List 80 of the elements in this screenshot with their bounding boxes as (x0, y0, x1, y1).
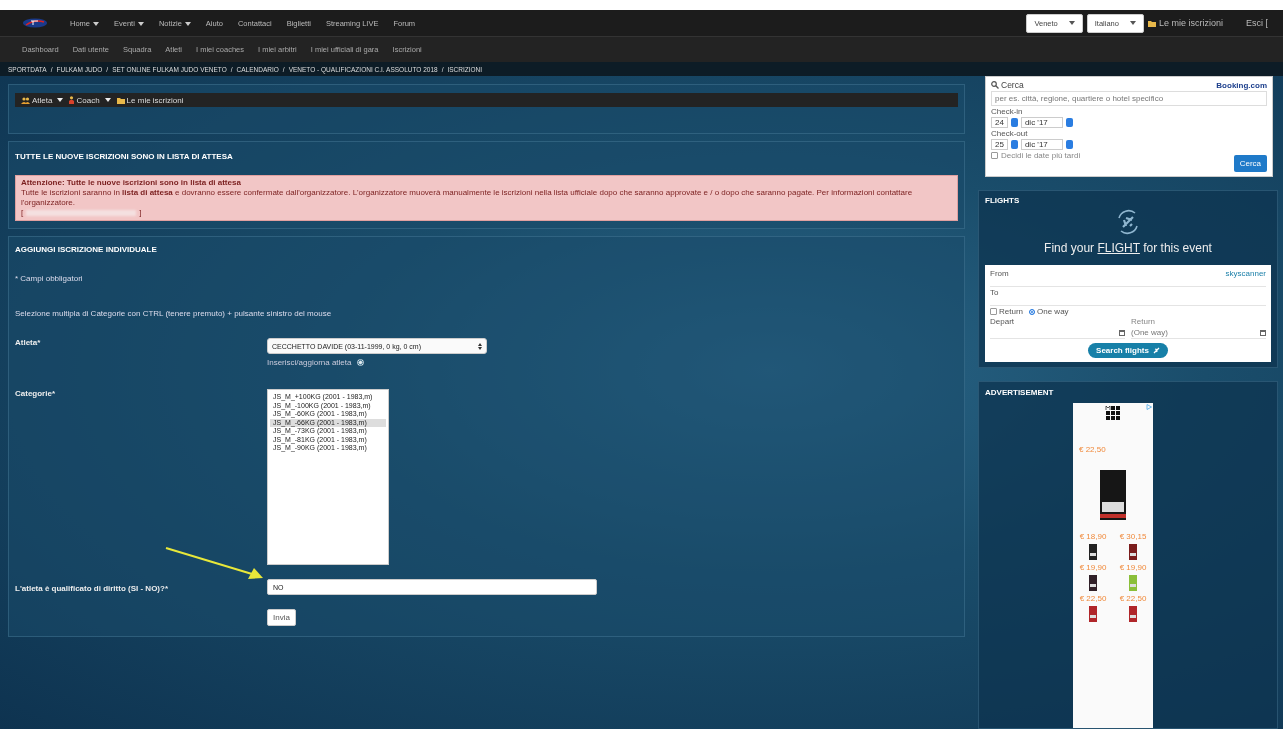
panel-title: ADVERTISEMENT (985, 388, 1054, 397)
day-select[interactable]: 24 (991, 117, 1008, 128)
caret-icon (1129, 21, 1136, 25)
toolbar-link[interactable]: Coach (69, 95, 111, 105)
alert-text: Tutte le iscrizioni saranno in lista di attesa e dovranno essere confermate dall'organizzatore. L'organizzatore muoverà manualmente le iscrizioni nella lista ufficiale dopo che saranno approvate e / o dopo che saranno pagate. Per informazioni contattare l'organizzatore. (21, 188, 914, 208)
checkbox[interactable] (990, 308, 997, 315)
folder-icon (116, 96, 125, 104)
field-label: Check-out (991, 129, 1028, 138)
product-photo (1129, 544, 1137, 560)
brand-logo: skyscanner (1225, 269, 1266, 278)
field-label: Categorie* (15, 389, 55, 398)
search-button[interactable]: Cerca (1233, 155, 1267, 172)
my-registrations-link[interactable]: Le mie iscrizioni (1147, 18, 1223, 28)
toolbar-link[interactable]: Le mie iscrizioni (116, 95, 184, 105)
field-label: Return (1131, 317, 1155, 326)
field-label: Atleta* (15, 338, 41, 347)
field-label: From (990, 269, 1009, 278)
calendar-icon (1260, 329, 1266, 336)
update-athlete-link[interactable]: Inserisci/aggiorna atleta (267, 358, 352, 367)
return-field[interactable]: (One way) (1131, 327, 1266, 339)
price-text: € 19,90 (1079, 563, 1107, 572)
field-label: L'atleta è qualificato di diritto (SI - NO)?* (15, 584, 169, 593)
updown-icon (478, 342, 482, 350)
spinner-icon (1065, 118, 1073, 127)
spinner-icon (1010, 140, 1018, 149)
bracket: [ (21, 208, 24, 218)
month-select[interactable]: dic '17 (1020, 117, 1063, 128)
spinner-icon (1065, 140, 1073, 149)
submit-button[interactable]: Invia (267, 609, 296, 626)
headline-text: Find your FLIGHT for this event (1044, 241, 1212, 255)
logo-icon (22, 18, 48, 28)
checkbox-label: Decidi le date più tardi (1001, 151, 1081, 160)
search-flights-button[interactable]: Search flights (1088, 343, 1168, 358)
price-text: € 22,50 (1119, 594, 1147, 603)
adchoices-icon (1146, 404, 1152, 410)
product-photo (1129, 575, 1137, 591)
calendar-icon (1119, 329, 1125, 336)
flight-link[interactable]: FLIGHT (1097, 241, 1140, 255)
day-select[interactable]: 25 (991, 139, 1008, 150)
caret-icon (184, 21, 191, 26)
month-select[interactable]: dic '17 (1020, 139, 1063, 150)
product-photo (1089, 606, 1097, 622)
brand-logo: Booking.com (1216, 80, 1267, 90)
required-note: * Campi obbligatori (15, 274, 83, 283)
product-photo (1129, 606, 1137, 622)
person-icon (69, 96, 75, 104)
alert-title: Attenzione: Tutte le nuove iscrizioni sono in lista di attesa (21, 178, 241, 188)
product-photo (1100, 470, 1126, 520)
price-text: € 18,90 (1079, 532, 1107, 541)
option-label: Return (999, 307, 1023, 316)
price-text: € 22,50 (1079, 445, 1106, 454)
field-label: Depart (990, 317, 1014, 326)
product-photo (1089, 544, 1097, 560)
price-text: € 19,90 (1119, 563, 1147, 572)
caret-icon (137, 21, 144, 26)
bracket: ] (139, 208, 142, 218)
caret-icon (1068, 21, 1075, 25)
panel-title: FLIGHTS (985, 196, 1020, 205)
caret-icon (57, 98, 64, 102)
price-text: € 30,15 (1119, 532, 1147, 541)
hint-text: Selezione multipla di Categorie con CTRL (tenere premuto) + pulsante sinistro del mouse (15, 309, 332, 318)
folder-icon (1147, 19, 1156, 27)
logout-link[interactable]: Esci [ (1246, 18, 1268, 28)
search-icon (991, 81, 999, 89)
checkbox[interactable] (991, 152, 998, 159)
field-label: To (990, 288, 999, 297)
spinner-icon (1010, 118, 1018, 127)
search-label: Cerca (991, 80, 1024, 90)
option-label: One way (1037, 307, 1069, 316)
caret-icon (104, 98, 111, 102)
field-label: Check-in (991, 107, 1023, 116)
panel-title: AGGIUNGI ISCRIZIONE INDIVIDUALE (15, 245, 157, 254)
panel-title: TUTTE LE NUOVE ISCRIZIONI SONO IN LISTA DI ATTESA (15, 152, 234, 161)
toolbar-link[interactable]: Atleta (21, 95, 64, 105)
depart-field[interactable] (990, 327, 1125, 339)
users-icon (21, 96, 30, 104)
price-text: € 22,50 (1079, 594, 1107, 603)
product-photo (1089, 575, 1097, 591)
caret-icon (93, 21, 99, 26)
destination-field[interactable]: per es. città, regione, quartiere o hotel specifico (991, 91, 1267, 106)
